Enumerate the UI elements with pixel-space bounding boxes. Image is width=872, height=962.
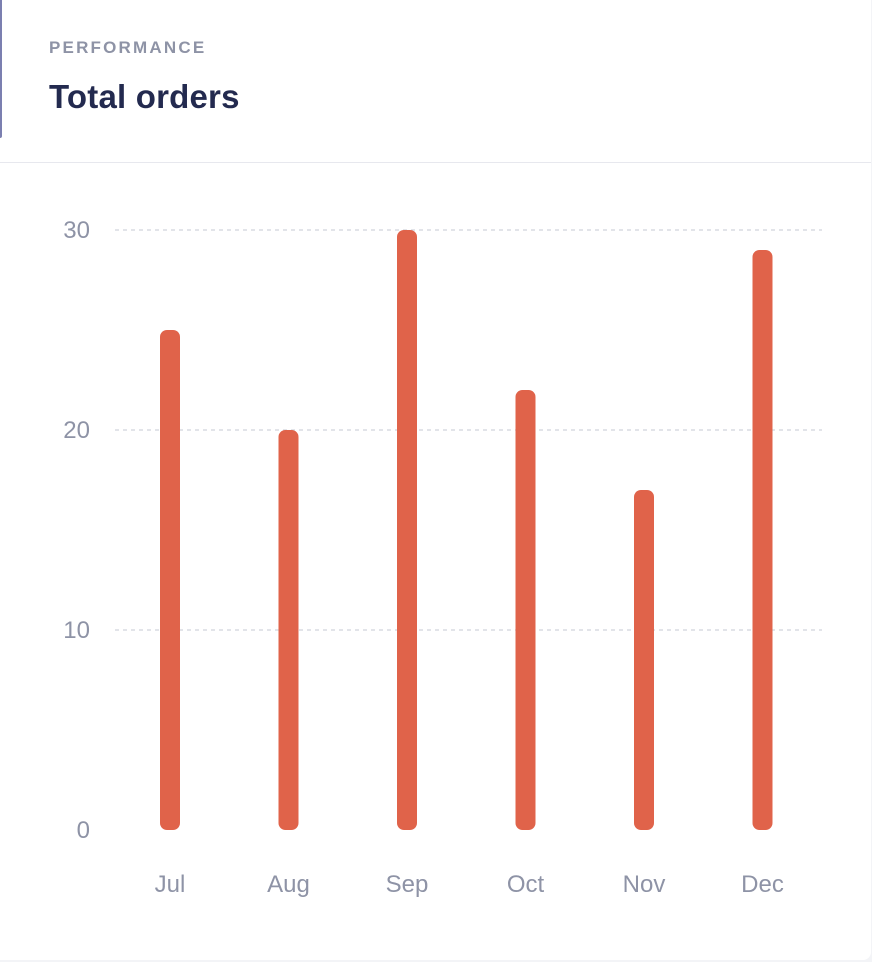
bar-oct: [515, 390, 536, 830]
bar-jul: [160, 330, 180, 830]
x-tick-label: Aug: [267, 871, 310, 898]
bar-chart: 0 10 20 30 Jul Aug Sep Oct Nov Dec: [63, 217, 822, 898]
x-tick-label: Jul: [155, 871, 186, 898]
card-overline: PERFORMANCE: [49, 38, 207, 57]
bar-sep: [397, 230, 417, 830]
chart-card: PERFORMANCE Total orders 0 10 20 30 Jul Aug Se…: [0, 0, 871, 960]
card-title: Total orders: [49, 78, 240, 115]
chart-area: 0 10 20 30 Jul Aug Sep Oct Nov Dec: [0, 164, 871, 960]
y-tick-label: 10: [63, 617, 90, 644]
bar-dec: [752, 250, 773, 830]
x-tick-label: Dec: [741, 871, 784, 898]
bar-nov: [634, 490, 654, 830]
y-tick-label: 0: [77, 817, 90, 844]
x-tick-label: Sep: [386, 871, 429, 898]
x-tick-label: Oct: [507, 871, 545, 898]
x-tick-label: Nov: [623, 871, 666, 898]
card-header: PERFORMANCE Total orders: [0, 0, 871, 163]
y-tick-label: 30: [63, 217, 90, 244]
y-tick-label: 20: [63, 417, 90, 444]
bar-aug: [278, 430, 299, 830]
